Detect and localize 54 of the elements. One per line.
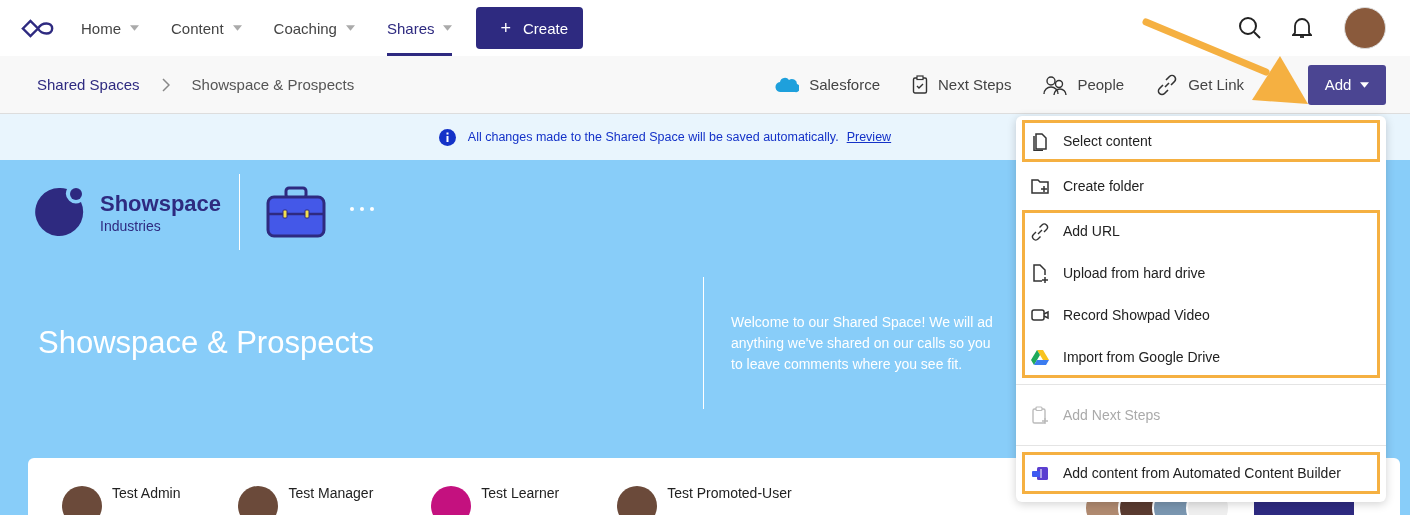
breadcrumb-current: Showspace & Prospects <box>191 76 355 93</box>
toolbar-action[interactable]: People <box>1043 73 1125 96</box>
photo-placeholder <box>62 486 102 515</box>
chevron-right-icon <box>161 77 170 92</box>
brand-name: Showspace <box>100 190 222 217</box>
brand-logo-icon <box>34 186 84 238</box>
cloud-icon <box>775 76 800 93</box>
caret-icon <box>130 25 139 31</box>
toolbar-action[interactable]: Next Steps <box>912 75 1012 94</box>
nav-tab[interactable]: Coaching <box>273 0 355 56</box>
clipboard-icon <box>1031 405 1049 425</box>
menu-item[interactable]: Select content <box>1025 123 1377 159</box>
menu-item[interactable]: Create folder <box>1025 165 1377 207</box>
clipboard-icon <box>912 75 929 94</box>
space-title: Showspace & Prospects <box>38 325 375 361</box>
bell-icon[interactable] <box>1292 17 1312 39</box>
person-name: Test Admin <box>112 485 181 501</box>
caret-icon <box>232 25 242 31</box>
add-button[interactable]: Add <box>1308 64 1386 105</box>
toolbar-action[interactable]: Get Link <box>1156 73 1244 96</box>
toolbar-action[interactable]: Salesforce <box>775 76 881 93</box>
file-plus-icon <box>1031 263 1049 283</box>
menu-item[interactable]: Upload from hard drive <box>1025 255 1377 291</box>
nav-tab[interactable]: Content <box>171 0 242 56</box>
people-icon <box>1043 73 1068 96</box>
person-name: Test Manager <box>288 485 374 501</box>
photo-placeholder <box>617 486 658 515</box>
banner-message: All changes made to the Shared Space will be saved automatically. <box>467 130 839 144</box>
folder-plus-icon <box>1031 176 1049 196</box>
menu-item[interactable]: Add URL <box>1025 213 1377 249</box>
brand-subtitle: Industries <box>100 217 162 234</box>
menu-item[interactable]: Record Showpad Video <box>1025 297 1377 333</box>
menu-item[interactable]: Add content from Automated Content Builder <box>1025 455 1377 491</box>
photo-placeholder <box>238 486 279 515</box>
briefcase-icon <box>266 186 327 238</box>
search-icon[interactable] <box>1238 16 1262 40</box>
person-name: Test Learner <box>481 485 560 501</box>
logo-icon[interactable] <box>21 18 55 38</box>
preview-link[interactable]: Preview <box>846 130 892 144</box>
drive-icon <box>1031 347 1049 367</box>
menu-item[interactable]: Import from Google Drive <box>1025 339 1377 375</box>
create-button[interactable]: + Create <box>476 7 584 49</box>
link-icon <box>1031 221 1049 241</box>
breadcrumb-link[interactable]: Shared Spaces <box>37 76 140 93</box>
caret-icon <box>1360 81 1370 88</box>
person-name: Test Promoted-User <box>667 485 792 501</box>
caret-icon <box>345 25 355 31</box>
user-avatar[interactable] <box>1344 7 1386 49</box>
welcome-text: Welcome to our Shared Space! We will ad anything we've shared on our calls so you to leave comments where you see fit. <box>731 312 993 374</box>
info-icon <box>438 128 456 146</box>
caret-icon <box>443 25 453 31</box>
nav-tab[interactable]: Home <box>81 0 139 56</box>
document-icon <box>1031 131 1049 151</box>
link-icon <box>1156 73 1179 96</box>
